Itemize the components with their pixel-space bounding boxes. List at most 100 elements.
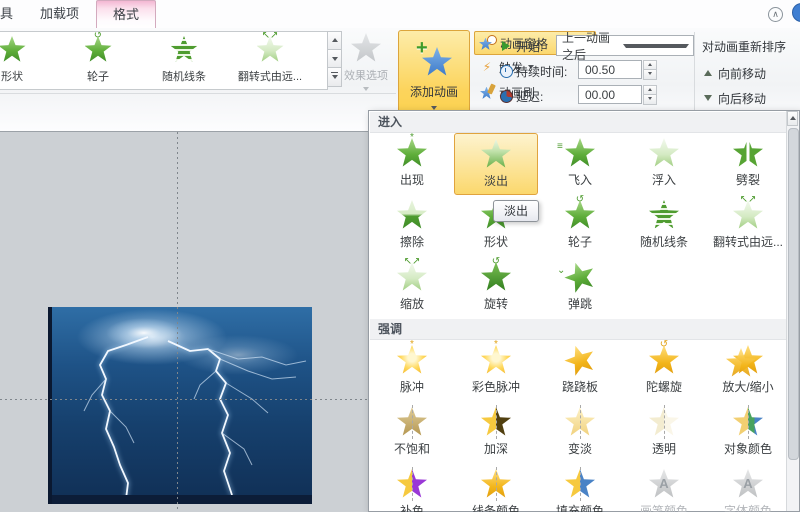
animation-effect-item[interactable]: 放大/缩小	[706, 340, 790, 402]
effect-label: 缩放	[399, 297, 424, 311]
scrollbar-thumb[interactable]	[788, 128, 799, 460]
effect-star-icon	[397, 467, 427, 501]
effect-star-icon	[649, 138, 679, 168]
animation-effect-item[interactable]: * 彩色脉冲	[454, 340, 538, 402]
effect-star-icon: ↺	[649, 340, 679, 375]
effect-label: 形状	[1, 71, 23, 83]
animation-effect-item[interactable]: 补色	[370, 464, 454, 512]
effect-label: 画笔颜色	[639, 504, 688, 512]
animation-effect-item[interactable]: 透明	[622, 402, 706, 464]
play-icon	[498, 41, 514, 51]
spin-down-icon[interactable]	[643, 69, 657, 80]
delay-clock-icon	[498, 89, 514, 103]
effect-label: 形状	[483, 235, 508, 249]
effect-label: 陀螺旋	[645, 380, 682, 394]
animation-effect-item[interactable]: ↺ 旋转	[454, 257, 538, 319]
effect-star-icon	[726, 345, 763, 377]
reorder-title: 对动画重新排序	[702, 40, 787, 54]
ribbon-divider	[0, 93, 396, 94]
tab-tools-partial[interactable]: 具	[0, 0, 19, 28]
delay-label: 延迟:	[516, 89, 544, 104]
popup-section-header: 强调	[370, 319, 790, 340]
effect-star-icon	[733, 138, 763, 168]
effect-label: 脉冲	[399, 380, 424, 394]
delay-input[interactable]: 00.00	[578, 85, 642, 104]
effect-label: 补色	[399, 504, 424, 512]
effect-star-icon	[397, 200, 427, 230]
animation-painter-icon	[478, 82, 496, 101]
effect-label: 彩色脉冲	[471, 380, 520, 394]
effect-label: 跷跷板	[561, 380, 598, 394]
add-animation-icon: +	[414, 37, 454, 81]
animation-effect-item[interactable]: 不饱和	[370, 402, 454, 464]
add-animation-dropdown: 进入 * 出现 淡出 ≡ 飞入 浮入 劈裂 擦除 形状 ↺ 轮子 随机线条 ↖↗ 翻转式由远... ↖↗ 缩放 ↺…	[368, 110, 800, 512]
popup-scrollbar[interactable]	[786, 111, 799, 511]
effect-star-icon	[565, 467, 595, 501]
effect-label: 弹跳	[567, 297, 592, 311]
effect-star-icon: A	[733, 469, 763, 499]
tooltip: 淡出	[493, 200, 539, 222]
animation-effect-item[interactable]: 变淡	[538, 402, 622, 464]
effect-options-label: 效果选项	[344, 70, 388, 82]
effect-star-icon: *	[397, 340, 427, 375]
effect-label: 擦除	[399, 235, 424, 249]
effect-label: 淡出	[483, 174, 508, 188]
animation-styles-gallery: 形状 ↺ 轮子 随机线条 ↖↗ 翻转式由远...	[0, 31, 328, 90]
start-dropdown[interactable]: 上一动画之后	[556, 31, 694, 62]
animation-effect-item[interactable]: * 脉冲	[370, 340, 454, 402]
animation-effect-item[interactable]: 劈裂	[706, 133, 790, 195]
effect-star-icon	[481, 467, 511, 501]
delay-row: 延迟:	[498, 86, 547, 106]
effect-star-icon: A	[649, 469, 679, 499]
minimize-ribbon-icon[interactable]: ∧	[768, 7, 783, 22]
popup-section-header: 进入	[370, 112, 790, 133]
effect-star-icon: ↖↗	[733, 195, 763, 230]
help-icon[interactable]	[792, 3, 800, 22]
animation-effect-item[interactable]: 跷跷板	[538, 340, 622, 402]
duration-input[interactable]: 00.50	[578, 60, 642, 79]
animation-effect-item[interactable]: 擦除	[370, 195, 454, 257]
scroll-up-icon[interactable]	[787, 111, 798, 126]
effect-label: 轮子	[567, 235, 592, 249]
add-animation-label: 添加动画	[409, 85, 458, 99]
ribbon-gallery-effect-item[interactable]: 随机线条	[141, 32, 227, 87]
animation-effect-item[interactable]: 淡出	[454, 133, 538, 195]
animation-effect-item[interactable]: 线条颜色	[454, 464, 538, 512]
move-later-button[interactable]: 向后移动	[702, 89, 766, 107]
plus-icon: +	[416, 37, 428, 59]
animation-effect-item[interactable]: 加深	[454, 402, 538, 464]
duration-spinner	[643, 60, 657, 80]
tab-addins[interactable]: 加载项	[26, 0, 93, 28]
animation-effect-item[interactable]: ↖↗ 翻转式由远...	[706, 195, 790, 257]
animation-effect-item[interactable]: ⌄ 弹跳	[538, 257, 622, 319]
ribbon-gallery-effect-item[interactable]: ↖↗ 翻转式由远...	[227, 32, 313, 87]
animation-effect-item[interactable]: ↖↗ 缩放	[370, 257, 454, 319]
animation-effect-item[interactable]: ↺ 轮子	[538, 195, 622, 257]
animation-effect-item[interactable]: 浮入	[622, 133, 706, 195]
animation-effect-item[interactable]: ≡ 飞入	[538, 133, 622, 195]
slide-image-lightning[interactable]	[48, 307, 312, 504]
ribbon-tab-row: 具 加载项 格式 ∧	[0, 0, 800, 29]
animation-effect-item[interactable]: 填充颜色	[538, 464, 622, 512]
animation-effect-item[interactable]: ↺ 陀螺旋	[622, 340, 706, 402]
move-later-label: 向后移动	[718, 91, 767, 106]
ribbon-gallery-effect-item[interactable]: ↺ 轮子	[55, 32, 141, 87]
effect-label: 填充颜色	[555, 504, 604, 512]
effect-label: 加深	[483, 442, 508, 456]
ribbon-gallery-effect-item[interactable]: 形状	[0, 32, 55, 87]
move-earlier-button[interactable]: 向前移动	[702, 64, 766, 82]
move-earlier-label: 向前移动	[718, 66, 767, 81]
spin-down-icon[interactable]	[643, 94, 657, 105]
animation-effect-item[interactable]: * 出现	[370, 133, 454, 195]
effect-star-icon	[565, 405, 595, 439]
effect-star-icon: *	[397, 133, 427, 168]
effect-label: 透明	[651, 442, 676, 456]
animation-effect-item[interactable]: 对象颜色	[706, 402, 790, 464]
effect-star-icon: ↖↗	[256, 32, 284, 63]
effect-label: 旋转	[483, 297, 508, 311]
effect-label: 线条颜色	[471, 504, 520, 512]
animation-effect-item: A 画笔颜色	[622, 464, 706, 512]
effect-star-icon	[481, 405, 511, 439]
animation-effect-item[interactable]: 随机线条	[622, 195, 706, 257]
tab-format-active[interactable]: 格式	[96, 0, 156, 29]
